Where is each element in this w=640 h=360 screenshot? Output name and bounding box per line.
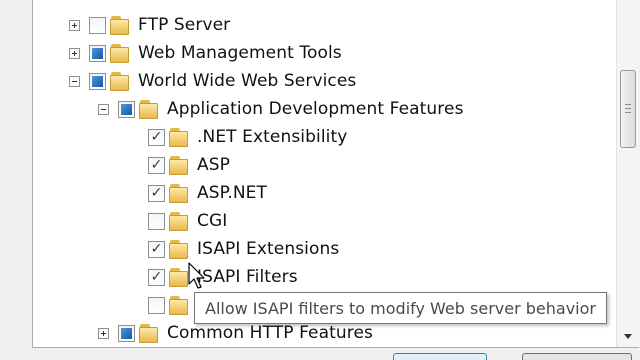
tree-item-label: ASP	[197, 155, 230, 175]
checkmark-icon: ✓	[150, 129, 163, 145]
collapse-icon[interactable]	[69, 75, 80, 87]
checkmark-icon: ✓	[150, 269, 163, 285]
folder-icon	[169, 266, 189, 288]
tree-item-app-dev-features[interactable]: Application Development Features	[98, 95, 464, 123]
folder-icon	[169, 294, 189, 316]
expand-icon[interactable]	[69, 19, 80, 31]
feature-tooltip: Allow ISAPI filters to modify Web server…	[194, 292, 607, 324]
tree-item-cgi[interactable]: CGI	[148, 207, 227, 235]
feature-checkbox[interactable]	[89, 44, 106, 62]
folder-icon	[169, 182, 189, 204]
feature-checkbox[interactable]: ✓	[148, 156, 165, 174]
tree-item-asp-net[interactable]: ✓ ASP.NET	[148, 179, 267, 207]
tree-item-label: ISAPI Extensions	[197, 239, 340, 259]
tree-item-net-extensibility[interactable]: ✓ .NET Extensibility	[148, 123, 347, 151]
tree-item-label: ISAPI Filters	[197, 267, 298, 287]
checkmark-icon: ✓	[150, 185, 163, 201]
checkmark-icon: ✓	[150, 157, 163, 173]
folder-icon	[110, 14, 130, 36]
folder-icon	[169, 154, 189, 176]
expand-icon[interactable]	[98, 327, 109, 339]
folder-icon	[169, 238, 189, 260]
tree-item-label: Common HTTP Features	[167, 323, 373, 343]
feature-checkbox[interactable]	[118, 324, 135, 342]
feature-checkbox[interactable]	[148, 212, 165, 230]
folder-icon	[110, 70, 130, 92]
expand-icon[interactable]	[69, 47, 80, 59]
tree-item-label: .NET Extensibility	[197, 127, 348, 147]
feature-checkbox[interactable]	[148, 296, 165, 314]
feature-checkbox[interactable]	[89, 16, 106, 34]
feature-checkbox[interactable]: ✓	[148, 240, 165, 258]
scrollbar-thumb[interactable]	[620, 70, 636, 148]
tree-item-isapi-filters[interactable]: ✓ ISAPI Filters	[148, 263, 298, 291]
collapse-icon[interactable]	[98, 103, 109, 115]
folder-icon	[169, 126, 189, 148]
tree-item-ftp-server[interactable]: FTP Server	[69, 11, 230, 39]
tree-item-hidden[interactable]	[148, 291, 197, 319]
tree-item-label: Web Management Tools	[138, 43, 342, 63]
cancel-button[interactable]	[522, 353, 632, 360]
mouse-pointer-icon	[188, 262, 205, 289]
feature-checkbox[interactable]	[118, 100, 135, 118]
tree-item-isapi-extensions[interactable]: ✓ ISAPI Extensions	[148, 235, 339, 263]
tree-item-label: Application Development Features	[167, 99, 464, 119]
tree-item-web-management-tools[interactable]: Web Management Tools	[69, 39, 342, 67]
folder-icon	[110, 42, 130, 64]
folder-icon	[139, 322, 159, 344]
feature-checkbox[interactable]: ✓	[148, 268, 165, 286]
vertical-scrollbar[interactable]	[616, 0, 639, 347]
tree-item-label: CGI	[197, 211, 228, 231]
tooltip-text: Allow ISAPI filters to modify Web server…	[205, 298, 596, 318]
feature-checkbox[interactable]: ✓	[148, 184, 165, 202]
ok-button[interactable]	[393, 353, 487, 360]
feature-checkbox[interactable]	[89, 72, 106, 90]
tree-item-label: World Wide Web Services	[138, 71, 357, 91]
tree-item-label: FTP Server	[138, 15, 231, 35]
tree-item-label: ASP.NET	[197, 183, 267, 203]
folder-icon	[139, 98, 159, 120]
tree-item-world-wide-web-services[interactable]: World Wide Web Services	[69, 67, 356, 95]
scroll-down-arrow-icon[interactable]	[624, 334, 632, 339]
checkmark-icon: ✓	[150, 241, 163, 257]
tree-item-asp[interactable]: ✓ ASP	[148, 151, 230, 179]
feature-checkbox[interactable]: ✓	[148, 128, 165, 146]
folder-icon	[169, 210, 189, 232]
